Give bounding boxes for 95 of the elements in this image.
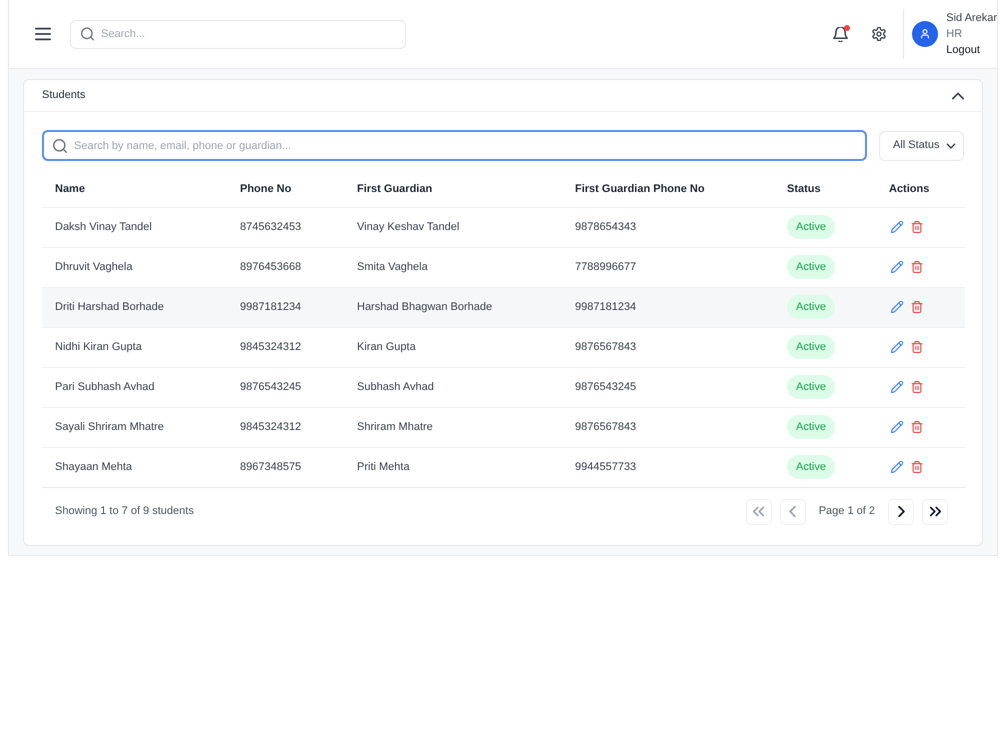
avatar-icon [912,21,938,47]
results-summary: Showing 1 to 7 of 9 students [55,504,194,520]
status-badge: Active [787,454,835,480]
delete-button[interactable] [909,460,925,473]
table-cell: 9987181234 [227,287,344,327]
table-search-field[interactable]: Search by name, email, phone or guardian... [42,130,867,161]
pencil-icon [891,460,903,473]
status-badge: Active [787,254,835,280]
column-header: Name [42,171,227,207]
search-icon [53,138,67,152]
table-cell: Priti Mehta [344,447,562,487]
trash-icon [911,420,923,433]
table-cell: 8976453668 [227,247,344,287]
trash-icon [911,300,923,313]
table-cell: 9987181234 [562,287,774,327]
status-badge: Active [787,214,835,240]
table-cell: Driti Harshad Borhade [42,287,227,327]
edit-button[interactable] [889,380,905,393]
pencil-icon [891,420,903,433]
column-header: Status [774,171,876,207]
table-cell: Kiran Gupta [344,327,562,367]
delete-button[interactable] [909,220,925,233]
edit-button[interactable] [889,340,905,353]
table-cell: Daksh Vinay Tandel [42,207,227,247]
pencil-icon [891,340,903,353]
table-cell: 9876543245 [562,367,774,407]
table-cell: Shayaan Mehta [42,447,227,487]
menu-button[interactable] [35,26,51,42]
column-header: First Guardian [344,171,562,207]
pencil-icon [891,260,903,273]
settings-icon [872,27,886,41]
logout-link[interactable]: Logout [946,42,997,58]
user-name: Sid Arekar [946,11,997,26]
card-title: Students [42,88,86,104]
table-cell: Nidhi Kiran Gupta [42,327,227,367]
delete-button[interactable] [909,300,925,313]
trash-icon [911,380,923,393]
edit-button[interactable] [889,300,905,313]
table-cell: 9878654343 [562,207,774,247]
table-cell: Shriram Mhatre [344,407,562,447]
status-badge: Active [787,374,835,400]
pencil-icon [891,380,903,393]
next-page-button[interactable] [888,498,914,524]
delete-button[interactable] [909,260,925,273]
table-cell: 9845324312 [227,407,344,447]
trash-icon [911,340,923,353]
table-cell: Harshad Bhagwan Borhade [344,287,562,327]
bell-icon [833,26,848,42]
table-cell: 9944557733 [562,447,774,487]
table-cell: Vinay Keshav Tandel [344,207,562,247]
delete-button[interactable] [909,380,925,393]
delete-button[interactable] [909,420,925,433]
notifications-button[interactable] [833,26,848,42]
last-page-button[interactable] [922,498,948,524]
table-cell: 7788996677 [562,247,774,287]
table-cell: Sayali Shriram Mhatre [42,407,227,447]
pencil-icon [891,300,903,313]
status-badge: Active [787,414,835,440]
user-role: HR [946,27,964,42]
delete-button[interactable] [909,340,925,353]
edit-button[interactable] [889,460,905,473]
table-cell: 9845324312 [227,327,344,367]
table-cell: 8745632453 [227,207,344,247]
double-chevron-left-icon [753,506,764,517]
table-cell: 8967348575 [227,447,344,487]
chevron-right-icon [896,506,906,517]
collapse-button[interactable] [952,90,964,102]
table-cell: Smita Vaghela [344,247,562,287]
status-badge: Active [787,294,835,320]
pencil-icon [891,220,903,233]
trash-icon [911,460,923,473]
edit-button[interactable] [889,260,905,273]
settings-button[interactable] [872,27,886,41]
column-header: Phone No [227,171,344,207]
double-chevron-right-icon [930,506,940,517]
column-header: First Guardian Phone No [562,171,774,207]
table-cell: 9876567843 [562,407,774,447]
menu-icon [35,26,51,42]
status-badge: Active [787,334,835,360]
edit-button[interactable] [889,420,905,433]
table-cell: 9876543245 [227,367,344,407]
edit-button[interactable] [889,220,905,233]
table-cell: Pari Subhash Avhad [42,367,227,407]
table-cell: 9876567843 [562,327,774,367]
page-indicator: Page 1 of 2 [818,504,875,520]
trash-icon [911,220,923,233]
column-header: Actions [876,171,965,207]
trash-icon [911,260,923,273]
search-field[interactable]: Search... [70,20,406,48]
table-cell: Dhruvit Vaghela [42,247,227,287]
table-cell: Subhash Avhad [344,367,562,407]
chevron-up-icon [952,90,964,102]
chevron-left-icon [787,506,798,517]
search-icon [81,28,94,40]
status-filter-select[interactable]: All Status [879,130,964,160]
